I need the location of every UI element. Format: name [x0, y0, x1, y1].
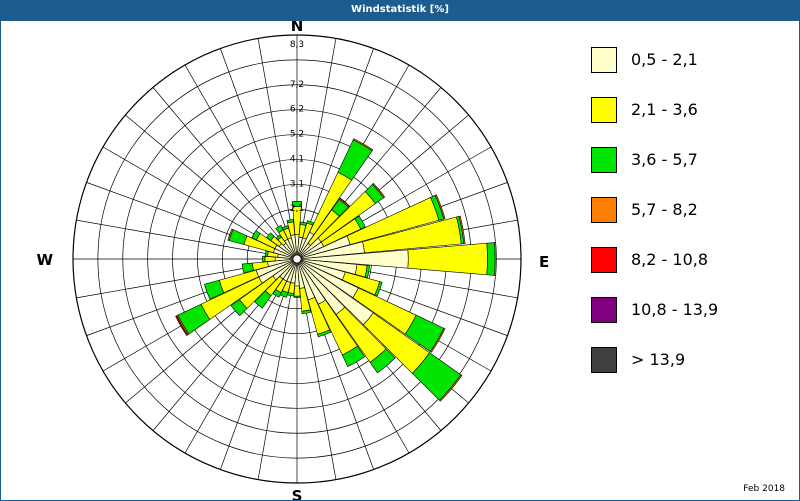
legend-label: 3,6 - 5,7 [631, 150, 698, 169]
legend-swatch [591, 147, 617, 173]
grid-spoke [184, 64, 285, 238]
radial-tick-label: 7,2 [290, 80, 304, 90]
wind-bar-segment [486, 242, 496, 276]
radial-tick-label: 3,1 [290, 179, 304, 189]
footer-date: Feb 2018 [743, 484, 785, 494]
grid-spoke [220, 282, 289, 470]
compass-e: E [539, 253, 549, 271]
legend-swatch [591, 47, 617, 73]
grid-spoke [102, 146, 276, 247]
radial-tick-label: 8,3 [290, 40, 304, 50]
radial-tick-label: 4,1 [290, 154, 304, 164]
radial-tick-label: 5,2 [290, 130, 304, 140]
compass-s: S [292, 487, 303, 500]
legend-label: 10,8 - 13,9 [631, 300, 719, 319]
legend-label: 0,5 - 2,1 [631, 50, 698, 69]
legend-swatch [591, 247, 617, 273]
window-title: Windstatistik [%] [0, 0, 800, 20]
legend-swatch [591, 197, 617, 223]
chart-frame: 2,1 3,1 4,1 5,2 6,2 7,2 8,3 N S W E 0,5 - 2,1 2,1 … [0, 20, 800, 501]
grid-spoke [220, 48, 289, 236]
compass-w: W [36, 251, 53, 269]
legend-swatch [591, 97, 617, 123]
legend-label: > 13,9 [631, 350, 686, 369]
grid-spoke [125, 114, 279, 244]
grid-spoke [152, 87, 282, 241]
legend-label: 2,1 - 3,6 [631, 100, 698, 119]
wind-bar-segment [293, 285, 301, 297]
wind-bar-segment [293, 295, 301, 298]
wind-bar-segment [262, 255, 266, 263]
grid-spoke [257, 38, 294, 235]
legend-label: 8,2 - 10,8 [631, 250, 709, 269]
wind-bar-segment [264, 250, 269, 257]
wind-statistics-window: Windstatistik [%] 2,1 3,1 4,1 5,2 6,2 7,2 8,3 … [0, 0, 800, 501]
radial-tick-label: 6,2 [290, 105, 304, 115]
legend-swatch [591, 297, 617, 323]
wind-bars [175, 138, 497, 402]
compass-n: N [291, 21, 304, 35]
radial-tick-label: 2,1 [290, 204, 304, 214]
legend-label: 5,7 - 8,2 [631, 200, 698, 219]
grid-spoke [257, 283, 294, 480]
legend-swatch [591, 347, 617, 373]
